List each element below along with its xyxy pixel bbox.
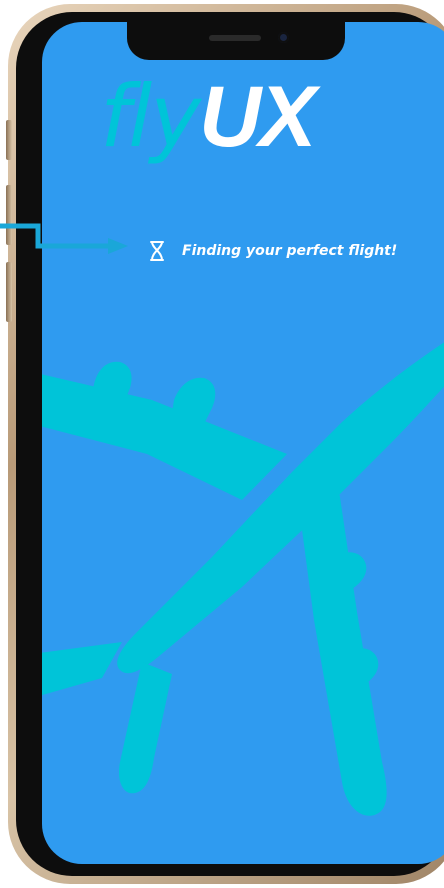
hourglass-icon	[150, 241, 164, 261]
annotation-pointer-arrow	[0, 223, 128, 254]
logo-fly-text: fly	[100, 67, 201, 167]
app-logo: flyUX	[100, 74, 317, 160]
silent-switch	[6, 120, 12, 160]
splash-screen: flyUX Finding your perfect flight!	[42, 22, 444, 864]
device-stage: flyUX Finding your perfect flight!	[0, 0, 444, 888]
logo-ux-text: UX	[199, 69, 316, 165]
speaker-grille	[209, 35, 261, 41]
loading-indicator: Finding your perfect flight!	[146, 240, 397, 262]
volume-down-button	[6, 262, 12, 322]
notch	[127, 22, 345, 60]
front-camera	[278, 32, 289, 43]
loading-message: Finding your perfect flight!	[182, 243, 398, 259]
